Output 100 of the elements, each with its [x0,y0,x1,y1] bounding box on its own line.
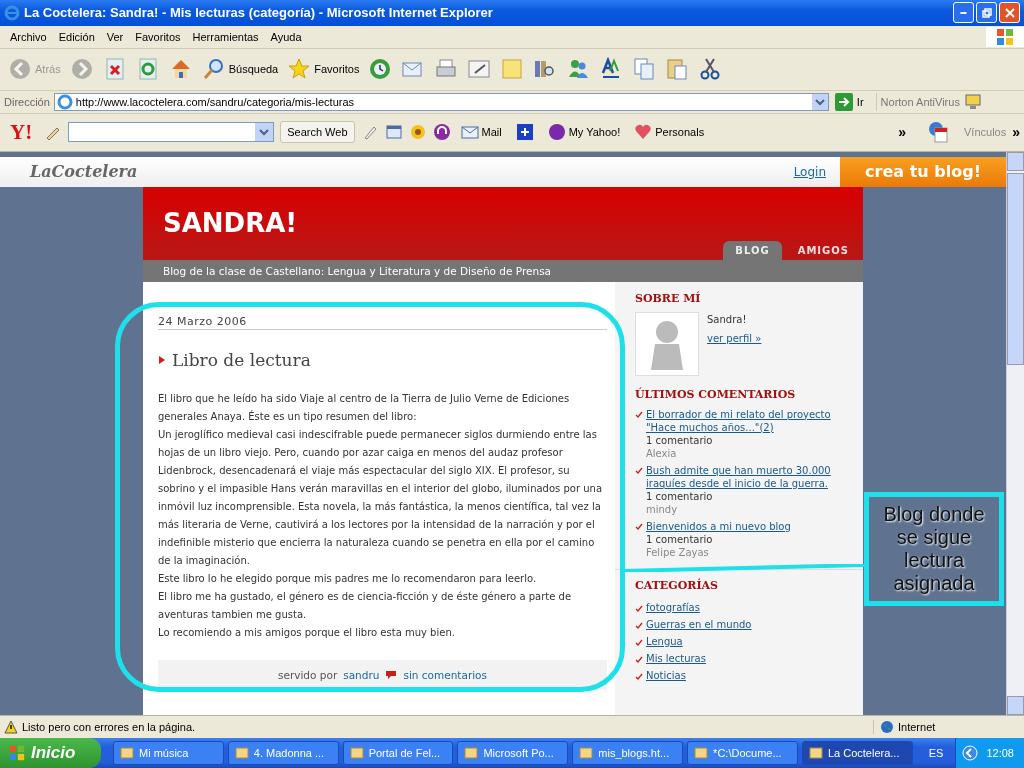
browser-icon [4,4,20,21]
windows-logo-icon [8,744,26,762]
search-web-button[interactable]: Search Web [280,121,355,144]
category-link[interactable]: Noticias [646,669,686,681]
post-paragraph: El libro me ha gustado, el género es de ciencia-ficción y de éste género a parte de aventuras tambien me gusta. [158,589,573,622]
links-more-button[interactable]: » [1012,124,1020,141]
myyahoo-button[interactable]: My Yahoo! [543,123,625,142]
author-link[interactable]: sandru [343,668,380,681]
envelope-icon [460,123,479,142]
post-paragraph: Lo recomiendo a mis amigos porque el libro esta muy bien. [158,625,456,640]
post-paragraph: Un jeroglífico medieval casi indescifrable puede permanecer siglos durmiendo entre las hojas de un libro viejo. Pero, cuando por azar caiga en menos del audaz profesor Lidenbrock, desencadenará el viaje más espectacular del siglo XIX. El profesor, su sobrino y el impasible Hans verán maravillas en el interior del globo, iluminados por una inmóvil luz incomprensible. Esta novela, la más fantástica, la menos científica, tal vez la más literaria de Verne, cautivirá a los lectores por la intensidad de la narración y por el indefinible misterio que encierra la naturaleza cuando se penetra en ella por el camino de la imaginación. [158,427,603,568]
category-link[interactable]: fotografías [646,601,700,613]
minimize-icon [960,11,967,14]
mail-button[interactable]: Mail [456,123,506,142]
window-icon [463,745,480,761]
taskbar-button[interactable]: La Coctelera... [801,741,913,765]
taskbar-button[interactable]: Microsoft Po... [457,741,569,765]
category-link[interactable]: Lengua [646,635,683,647]
comment-count: 1 comentario [646,532,714,546]
menu-item[interactable]: Archivo [4,30,53,43]
address-field[interactable]: http://www.lacoctelera.com/sandru/categoria/mis-lecturas [53,92,829,111]
headphones-icon[interactable] [432,123,451,142]
check-icon [635,466,643,475]
window-icon [807,745,824,761]
window-icon [233,745,250,761]
copy-icon [632,57,657,82]
taskbar-button[interactable]: Mi música [112,741,224,765]
minimize-button[interactable] [953,2,974,24]
post-link[interactable]: Bush admite que han muerto 30.000 iraquíes desde el inicio de la guerra. [646,463,851,490]
scrollbar[interactable] [1006,151,1024,716]
profile-name: Sandra! [707,313,748,325]
window-title: La Coctelera: Sandra! - Mis lecturas (categoría) - Microsoft Internet Explorer [24,5,494,21]
note-icon [500,57,525,82]
window-icon[interactable] [384,123,403,142]
blog-title: SANDRA! [163,208,298,239]
taskbar-button[interactable]: *C:\Docume... [687,741,798,765]
globe-icon [880,720,894,735]
comment-author: mindy [646,502,679,516]
nav-tab[interactable]: AMIGOS [785,240,861,260]
window-icon [578,745,595,761]
served-by-text: servido por [278,668,338,681]
post-title[interactable]: Libro de lectura [172,349,311,370]
taskbar-button[interactable]: mis_blogs.ht... [572,741,684,765]
more-button[interactable]: » [898,124,906,141]
post-link[interactable]: Bienvenidos a mi nuevo blog [646,519,791,533]
comments-link[interactable]: sin comentarios [403,668,487,681]
sidebar-heading: SOBRE MÍ [635,291,702,305]
go-button[interactable]: Ir [832,92,877,111]
menu-item[interactable]: Ver [100,30,130,43]
comment-author: Alexia [646,446,678,460]
post-link[interactable]: El borrador de mi relato del proyecto "Hace muchos años..."(2) [646,407,851,434]
blog-subtitle: Blog de la clase de Castellano: Lengua y Literatura y de Diseño de Prensa [163,264,552,277]
search-button[interactable]: Búsqueda [197,52,283,87]
target-icon[interactable] [408,123,427,142]
taskbar-button[interactable]: Portal de Fel... [342,741,454,765]
login-link[interactable]: Login [793,164,840,179]
language-indicator[interactable]: ES [920,747,952,759]
personals-button[interactable]: Personals [630,123,709,142]
window-icon [118,745,135,761]
menu-item[interactable]: Herramientas [186,30,265,43]
security-zone: Internet [873,720,1020,735]
favorites-button[interactable]: Favoritos [283,52,364,87]
arrow-icon [158,354,166,365]
sidebar-heading: ÚLTIMOS COMENTARIOS [635,387,797,401]
check-icon [635,522,643,531]
post-date: 24 Marzo 2006 [158,314,607,330]
chevron-icon[interactable] [962,745,979,761]
restore-button[interactable] [976,2,997,24]
clock-icon [368,57,393,82]
site-logo[interactable]: LaCoctelera [0,162,138,182]
addon-label[interactable]: Norton AntiVirus [880,95,960,108]
category-link[interactable]: Guerras en el mundo [646,618,752,630]
clock: 12:08 [986,747,1014,759]
post-paragraph: Este libro lo he elegido porque mis padres me lo recomendaron para leerlo. [158,571,538,586]
close-button[interactable] [999,2,1020,24]
menu-item[interactable]: Favoritos [129,30,187,43]
windows-logo-icon [986,26,1024,47]
warning-icon [4,720,18,735]
category-link[interactable]: Mis lecturas [646,652,706,664]
pdf-icon[interactable] [926,120,950,145]
check-icon [635,410,643,419]
address-label: Dirección [4,95,50,108]
plus-icon [515,123,534,142]
comment-count: 1 comentario [646,489,714,503]
dropdown-icon[interactable] [255,123,274,142]
menu-item[interactable]: Ayuda [264,30,308,43]
yahoo-logo[interactable]: Y! [4,119,39,145]
monitor-icon[interactable] [963,92,982,111]
taskbar-button[interactable]: 4. Madonna ... [227,741,339,765]
avatar-placeholder [635,311,699,376]
profile-link[interactable]: ver perfil » [707,332,762,344]
comment-icon [385,669,398,680]
nav-tab[interactable]: BLOG [723,240,782,260]
search-field[interactable] [68,122,275,143]
close-icon [1004,7,1015,18]
search-icon [201,57,226,82]
window-icon [348,745,365,761]
menu-item[interactable]: Edición [52,30,101,43]
dropdown-icon[interactable] [811,93,828,110]
post-paragraph: El libro que he leído ha sido Viaje al centro de la Tierra de Julio Verne de Ediciones generales Anaya. Éste es un tipo resumen del libro: [158,391,571,424]
